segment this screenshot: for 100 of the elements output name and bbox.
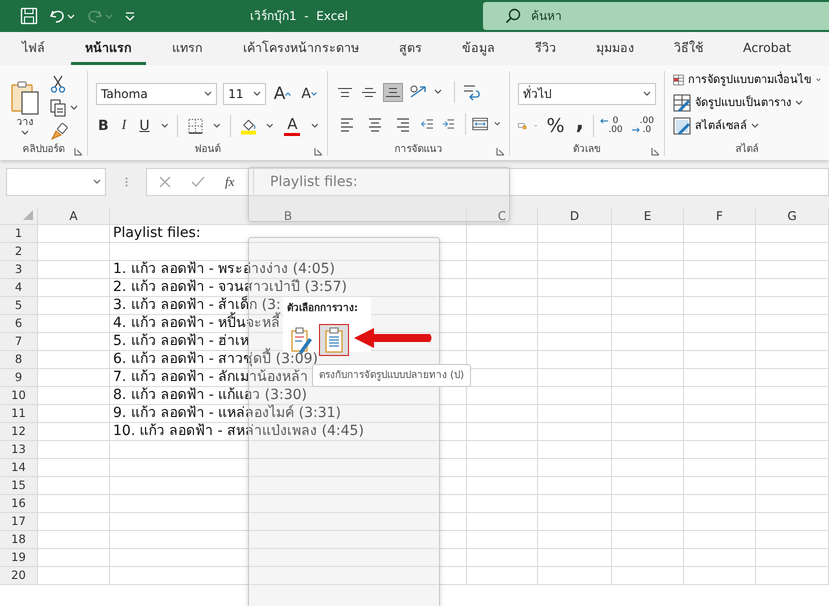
sheet-cell[interactable] bbox=[684, 567, 756, 585]
ribbon-tab[interactable]: ไฟล์ bbox=[8, 32, 59, 65]
font-size-dropdown[interactable]: 11 bbox=[223, 83, 266, 105]
sheet-cell[interactable] bbox=[110, 567, 467, 585]
caret-icon[interactable] bbox=[816, 77, 821, 83]
sheet-cell[interactable] bbox=[38, 441, 110, 459]
sheet-cell[interactable] bbox=[612, 387, 684, 405]
sheet-cell[interactable] bbox=[538, 441, 612, 459]
ribbon-tab[interactable]: แทรก bbox=[158, 32, 217, 65]
row-number[interactable]: 15 bbox=[0, 477, 38, 495]
caret-icon[interactable] bbox=[204, 91, 212, 97]
sheet-cell[interactable] bbox=[38, 261, 110, 279]
sheet-cell[interactable] bbox=[467, 549, 538, 567]
sheet-cell[interactable] bbox=[38, 405, 110, 423]
row-number[interactable]: 3 bbox=[0, 261, 38, 279]
sheet-cell[interactable] bbox=[38, 351, 110, 369]
sheet-cell[interactable] bbox=[756, 297, 829, 315]
bold-button[interactable]: B bbox=[96, 118, 111, 134]
sheet-cell[interactable] bbox=[467, 279, 538, 297]
caret-icon[interactable] bbox=[795, 100, 803, 106]
row-number[interactable]: 1 bbox=[0, 225, 38, 243]
sheet-cell[interactable] bbox=[467, 225, 538, 243]
sheet-cell[interactable] bbox=[538, 243, 612, 261]
ribbon-tab[interactable]: วิธีใช้ bbox=[660, 32, 717, 65]
sheet-cell[interactable] bbox=[467, 333, 538, 351]
sheet-cell[interactable] bbox=[756, 315, 829, 333]
sheet-cell[interactable] bbox=[467, 459, 538, 477]
comma-style-button[interactable]: , bbox=[574, 115, 586, 138]
sheet-cell[interactable] bbox=[38, 513, 110, 531]
decrease-decimal-button[interactable]: .00 .0 bbox=[632, 116, 656, 136]
sheet-cell[interactable] bbox=[756, 243, 829, 261]
sheet-cell[interactable] bbox=[756, 441, 829, 459]
sheet-cell[interactable] bbox=[756, 387, 829, 405]
sheet-cell[interactable] bbox=[684, 387, 756, 405]
sheet-cell[interactable] bbox=[110, 441, 467, 459]
sheet-cell[interactable] bbox=[538, 423, 612, 441]
sheet-cell[interactable] bbox=[684, 351, 756, 369]
merge-cells-icon[interactable] bbox=[472, 116, 488, 132]
sheet-cell[interactable] bbox=[467, 495, 538, 513]
underline-button[interactable]: U bbox=[137, 118, 152, 134]
sheet-cell[interactable] bbox=[38, 423, 110, 441]
row-number[interactable]: 13 bbox=[0, 441, 38, 459]
sheet-cell[interactable] bbox=[538, 261, 612, 279]
format-painter-icon[interactable] bbox=[50, 123, 68, 141]
sheet-cell[interactable] bbox=[684, 405, 756, 423]
sheet-cell[interactable] bbox=[467, 405, 538, 423]
function-button[interactable]: fx bbox=[225, 172, 234, 192]
sheet-cell[interactable] bbox=[612, 531, 684, 549]
ribbon-tab[interactable]: รีวิว bbox=[521, 32, 570, 65]
sheet-cell[interactable] bbox=[684, 243, 756, 261]
row-number[interactable]: 5 bbox=[0, 297, 38, 315]
sheet-cell[interactable] bbox=[538, 351, 612, 369]
sheet-cell[interactable] bbox=[756, 549, 829, 567]
sheet-cell[interactable] bbox=[538, 315, 612, 333]
sheet-cell[interactable] bbox=[684, 297, 756, 315]
sheet-cell[interactable] bbox=[38, 549, 110, 567]
sheet-cell[interactable] bbox=[684, 369, 756, 387]
column-header[interactable]: E bbox=[612, 207, 684, 225]
sheet-cell[interactable] bbox=[38, 477, 110, 495]
sheet-cell[interactable] bbox=[538, 459, 612, 477]
caret-icon[interactable] bbox=[213, 123, 221, 129]
dialog-launcher-icon[interactable] bbox=[314, 146, 323, 156]
sheet-cell[interactable] bbox=[467, 477, 538, 495]
sheet-cell[interactable] bbox=[467, 243, 538, 261]
paste-option-button[interactable] bbox=[319, 324, 349, 356]
sheet-cell[interactable] bbox=[38, 459, 110, 477]
sheet-cell[interactable]: 1. แก้ว ลอดฟ้า - พระอ่างง่าง (4:05) bbox=[110, 261, 467, 279]
enter-icon[interactable] bbox=[191, 176, 205, 188]
sheet-cell[interactable] bbox=[684, 315, 756, 333]
ribbon-tab[interactable]: สูตร bbox=[385, 32, 436, 65]
row-number[interactable]: 18 bbox=[0, 531, 38, 549]
sheet-cell[interactable]: Playlist files: bbox=[110, 225, 467, 243]
sheet-cell[interactable] bbox=[38, 315, 110, 333]
sheet-cell[interactable] bbox=[110, 531, 467, 549]
ribbon-tab[interactable]: ข้อมูล bbox=[448, 32, 509, 65]
cut-icon[interactable] bbox=[50, 75, 66, 93]
row-number[interactable]: 14 bbox=[0, 459, 38, 477]
font-color-button[interactable]: A bbox=[282, 116, 302, 136]
cancel-icon[interactable] bbox=[159, 176, 171, 188]
ribbon-tab[interactable]: หน้าแรก bbox=[71, 32, 146, 65]
sheet-cell[interactable] bbox=[756, 513, 829, 531]
caret-icon[interactable] bbox=[494, 121, 501, 127]
copy-icon[interactable] bbox=[50, 99, 66, 117]
row-number[interactable]: 8 bbox=[0, 351, 38, 369]
sheet-cell[interactable]: 9. แก้ว ลอดฟ้า - แหล่ลองไมค์ (3:31) bbox=[110, 405, 467, 423]
sheet-cell[interactable] bbox=[612, 369, 684, 387]
sheet-cell[interactable] bbox=[38, 567, 110, 585]
sheet-cell[interactable] bbox=[110, 243, 467, 261]
sheet-cell[interactable] bbox=[684, 495, 756, 513]
row-number[interactable]: 2 bbox=[0, 243, 38, 261]
formula-field[interactable]: Playlist files: bbox=[253, 168, 829, 196]
sheet-cell[interactable] bbox=[38, 387, 110, 405]
row-number[interactable]: 10 bbox=[0, 387, 38, 405]
sheet-cell[interactable] bbox=[538, 549, 612, 567]
shrink-font-button[interactable]: A bbox=[299, 86, 319, 102]
sheet-cell[interactable] bbox=[612, 513, 684, 531]
select-all-corner[interactable] bbox=[0, 207, 38, 225]
sheet-cell[interactable] bbox=[38, 297, 110, 315]
sheet-cell[interactable] bbox=[612, 477, 684, 495]
row-number[interactable]: 7 bbox=[0, 333, 38, 351]
